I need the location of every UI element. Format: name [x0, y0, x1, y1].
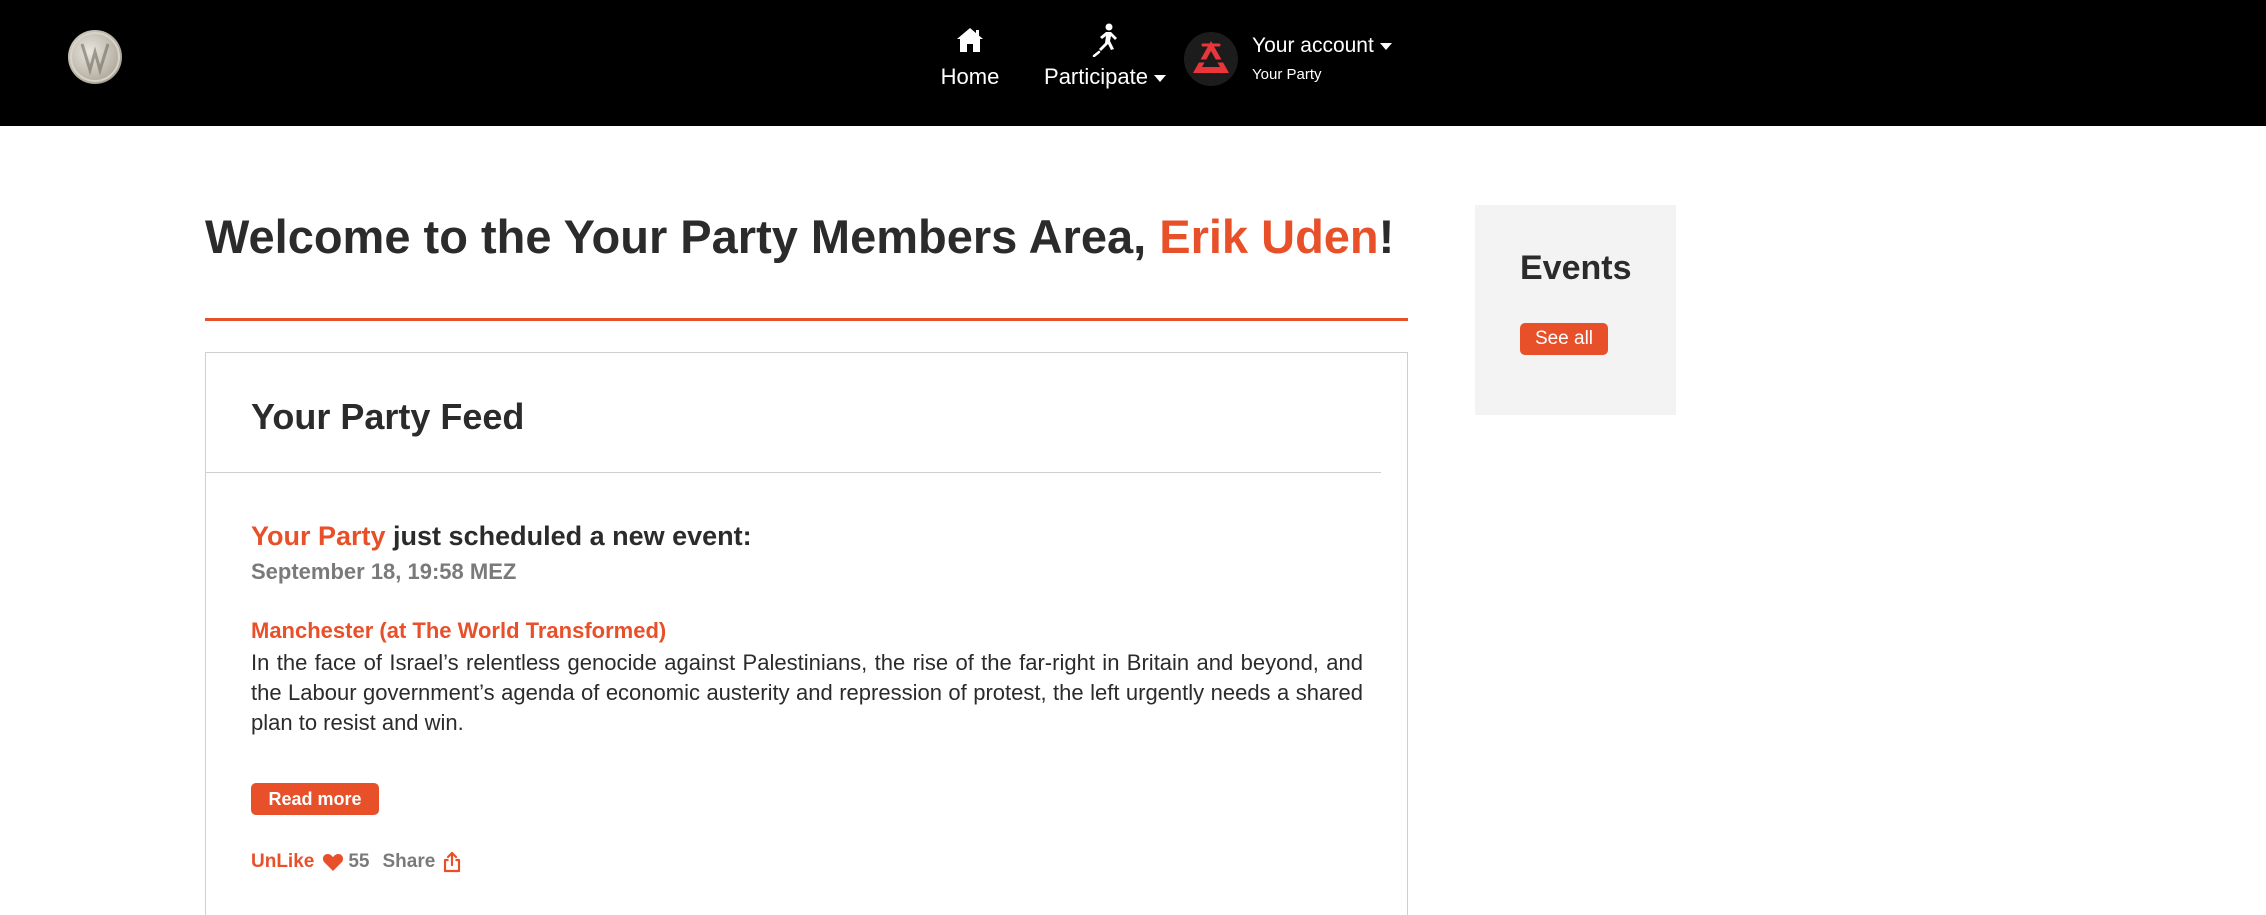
share-icon[interactable] [443, 851, 461, 873]
feed-title: Your Party Feed [251, 396, 525, 437]
party-logo-icon [1184, 32, 1238, 86]
event-description: In the face of Israel’s relentless genoc… [251, 650, 1363, 735]
nav-participate-dropdown[interactable]: Participate [1024, 22, 1186, 92]
party-feed: Your Party Feed Your Party just schedule… [205, 352, 1408, 915]
top-navigation-bar: Home Participate Your account Your Party [0, 0, 2266, 126]
runner-icon [1024, 22, 1186, 58]
nav-participate-label: Participate [1044, 64, 1148, 89]
caret-down-icon [1379, 42, 1392, 50]
home-icon [938, 22, 1002, 58]
account-label: Your account [1252, 34, 1374, 57]
site-logo-icon[interactable] [68, 30, 122, 84]
like-count: 55 [348, 851, 370, 872]
post-heading: Your Party just scheduled a new event: [251, 518, 752, 554]
post-org-link[interactable]: Your Party [251, 521, 386, 551]
page-title: Welcome to the Your Party Members Area, … [205, 206, 1394, 268]
nav-home-label: Home [940, 64, 1000, 89]
feed-divider [206, 472, 1381, 473]
unlike-button[interactable]: UnLike [251, 851, 314, 873]
share-button[interactable]: Share [383, 851, 436, 873]
welcome-suffix: ! [1378, 210, 1395, 263]
event-title-link[interactable]: Manchester (at The World Transformed) [251, 616, 666, 646]
post-date: September 18, 19:58 MEZ [251, 559, 517, 584]
read-more-button[interactable]: Read more [251, 783, 379, 815]
member-name: Erik Uden [1159, 210, 1379, 263]
caret-down-icon [1153, 74, 1166, 82]
nav-home[interactable]: Home [938, 22, 1002, 92]
post-action-text: just scheduled a new event: [385, 521, 752, 551]
title-divider [205, 318, 1408, 321]
welcome-prefix: Welcome to the Your Party Members Area, [205, 210, 1160, 263]
events-panel: Events See all [1475, 205, 1676, 415]
events-title: Events [1520, 249, 1632, 287]
post-actions: UnLike 55 Share [251, 847, 461, 877]
see-all-events-button[interactable]: See all [1520, 323, 1608, 355]
heart-icon[interactable] [322, 852, 344, 872]
account-menu[interactable]: Your account Your Party [1184, 30, 1392, 88]
account-party-name: Your Party [1252, 66, 1322, 83]
